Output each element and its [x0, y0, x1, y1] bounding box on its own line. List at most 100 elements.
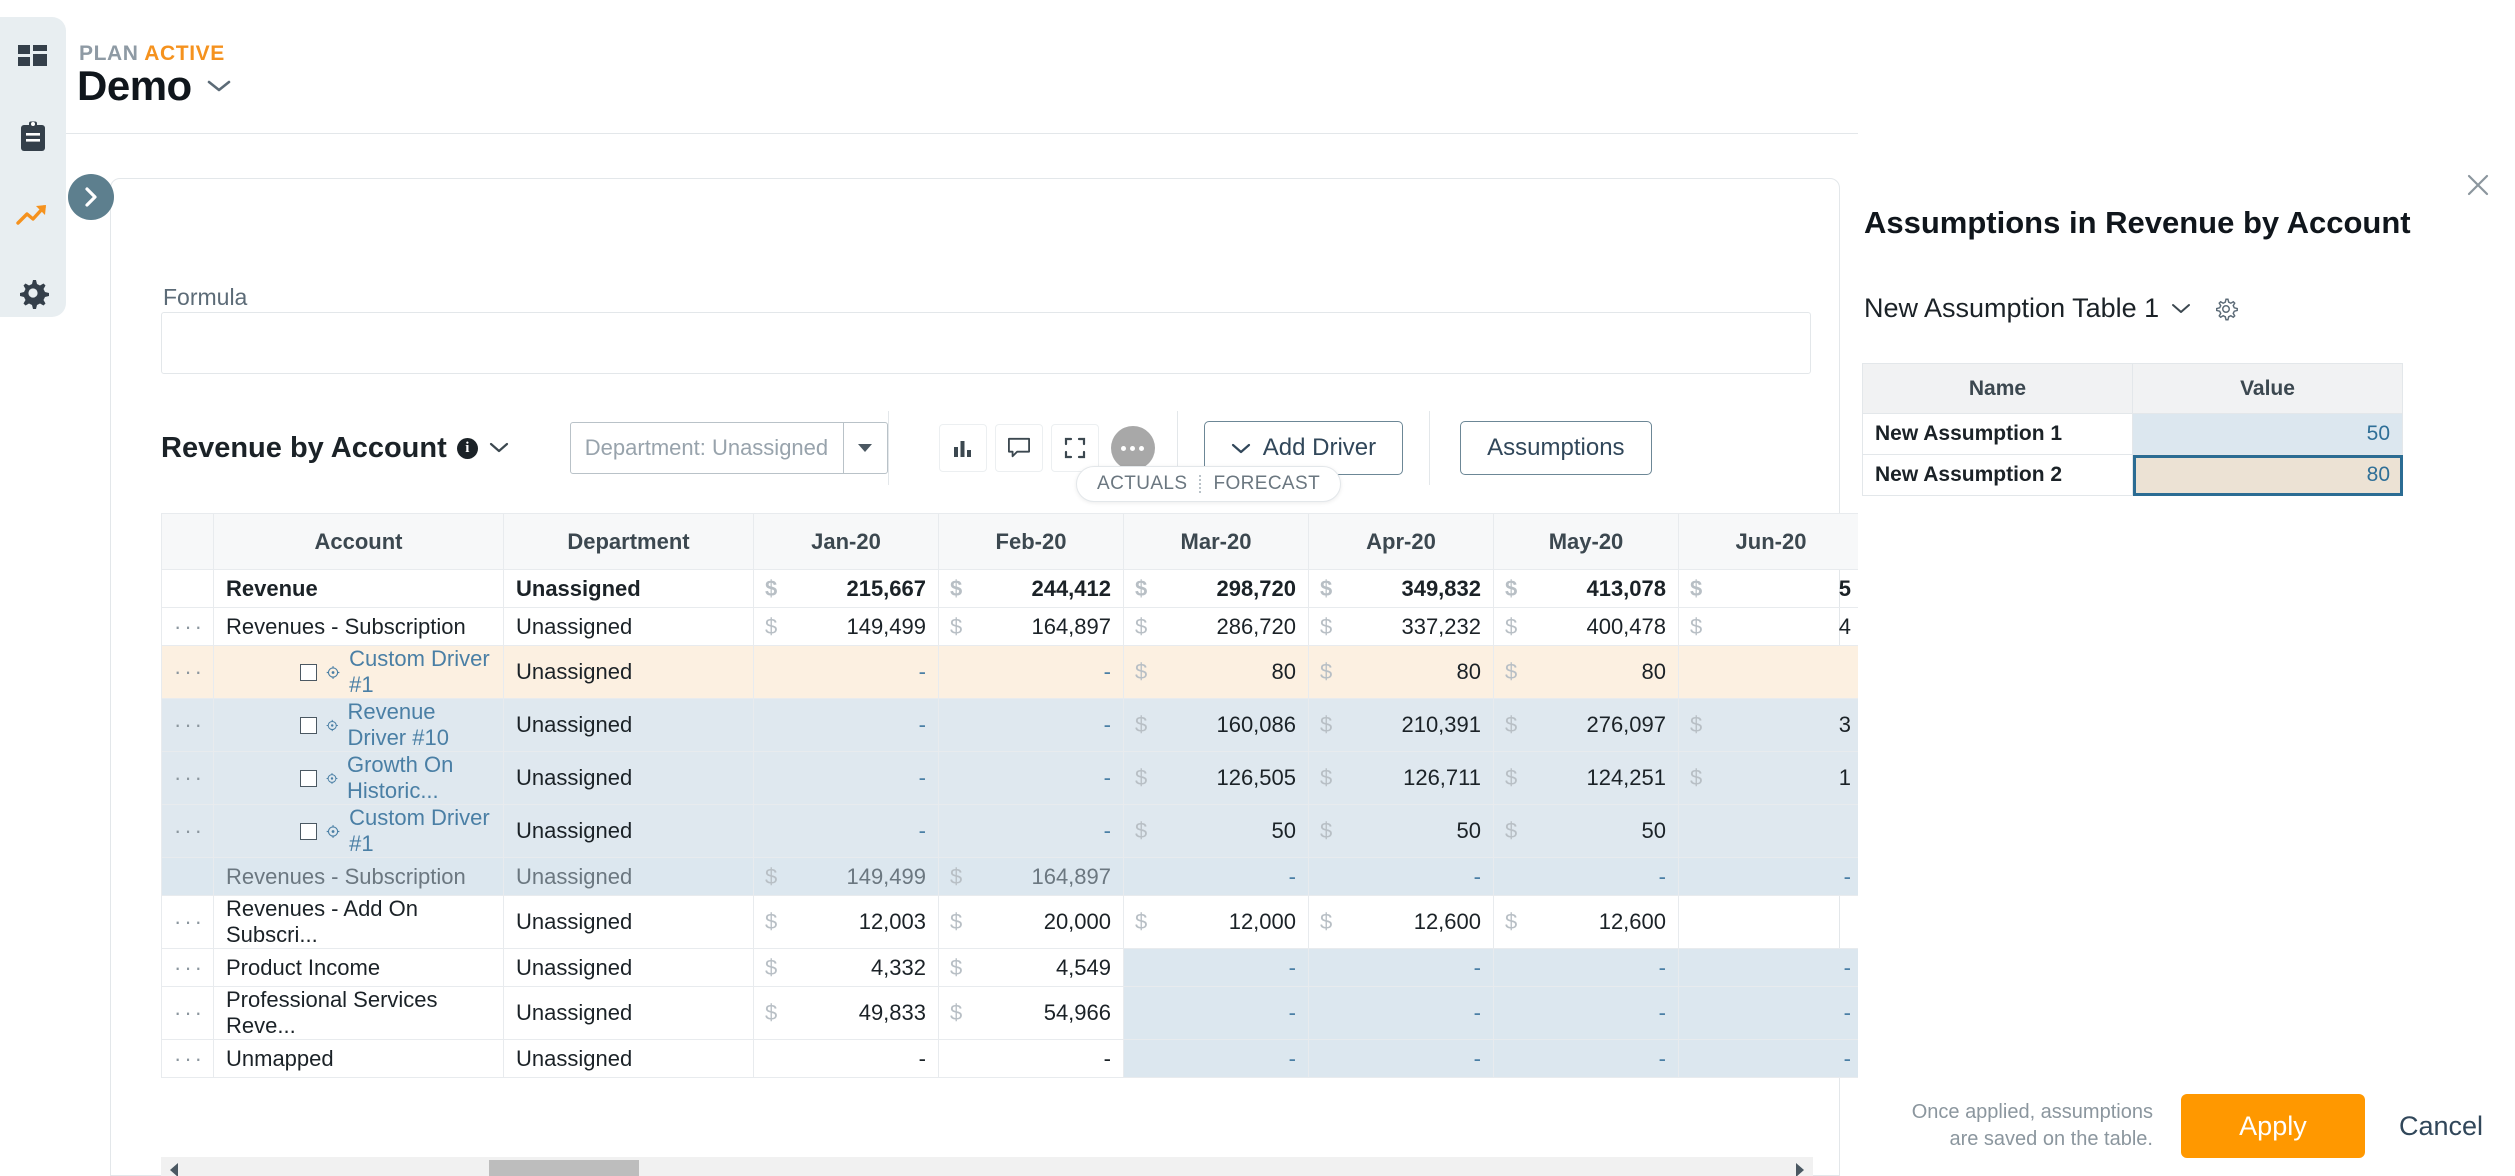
chart-view-button[interactable] [938, 424, 987, 472]
driver-settings-icon[interactable] [326, 823, 340, 840]
value-cell[interactable] [1678, 804, 1864, 858]
value-cell[interactable]: - [1678, 1039, 1864, 1078]
value-cell[interactable]: $12,600 [1308, 895, 1494, 949]
value-cell[interactable]: $12,003 [753, 895, 939, 949]
assumption-value[interactable]: 80 [2132, 454, 2403, 496]
assumption-name[interactable]: New Assumption 1 [1862, 413, 2133, 455]
department-cell[interactable]: Unassigned [503, 1039, 754, 1078]
value-cell[interactable]: $5 [1678, 569, 1864, 608]
table-row[interactable]: ··· Custom Driver #1 Unassigned - - $80 $80 $80 [161, 645, 1864, 699]
table-row[interactable]: ··· Revenues - Add On Subscri... Unassigne… [161, 895, 1864, 949]
value-cell[interactable]: $400,478 [1493, 607, 1679, 646]
account-cell[interactable]: Revenue [213, 569, 504, 608]
account-cell[interactable]: Unmapped [213, 1039, 504, 1078]
driver-checkbox[interactable] [300, 663, 317, 681]
assumption-row[interactable]: New Assumption 2 80 [1862, 454, 2403, 496]
value-cell[interactable] [1678, 645, 1864, 699]
department-cell[interactable]: Unassigned [503, 698, 754, 752]
sidebar-item-plans[interactable] [13, 195, 53, 235]
department-filter-caret[interactable] [842, 423, 887, 473]
sidebar-item-reports[interactable] [13, 117, 53, 157]
grid-col-apr-20[interactable]: Apr-20 [1308, 513, 1494, 570]
value-cell[interactable]: $244,412 [938, 569, 1124, 608]
cancel-button[interactable]: Cancel [2393, 1110, 2489, 1143]
chevron-down-icon[interactable] [488, 441, 510, 455]
account-cell[interactable]: Revenues - Subscription [213, 607, 504, 646]
chevron-down-icon[interactable] [2171, 302, 2191, 315]
value-cell[interactable]: - [753, 645, 939, 699]
table-row[interactable]: ··· Unmapped Unassigned - - - - - - [161, 1039, 1864, 1078]
scrollbar-track[interactable] [187, 1157, 1787, 1176]
value-cell[interactable]: - [1308, 986, 1494, 1040]
value-cell[interactable]: - [753, 751, 939, 805]
department-cell[interactable]: Unassigned [503, 948, 754, 987]
driver-settings-icon[interactable] [326, 664, 340, 681]
driver-checkbox[interactable] [300, 716, 317, 734]
driver-settings-icon[interactable] [326, 717, 338, 734]
grid-col-account[interactable]: Account [213, 513, 504, 570]
value-cell[interactable]: $126,505 [1123, 751, 1309, 805]
account-cell[interactable]: Revenues - Add On Subscri... [213, 895, 504, 949]
value-cell[interactable]: - [1493, 1039, 1679, 1078]
value-cell[interactable]: $160,086 [1123, 698, 1309, 752]
driver-link[interactable]: Custom Driver #1 [349, 646, 491, 698]
department-cell[interactable]: Unassigned [503, 986, 754, 1040]
value-cell[interactable]: - [1308, 1039, 1494, 1078]
value-cell[interactable]: $164,897 [938, 857, 1124, 896]
grid-col-may-20[interactable]: May-20 [1493, 513, 1679, 570]
driver-link[interactable]: Growth On Historic... [347, 752, 491, 804]
value-cell[interactable]: - [1493, 948, 1679, 987]
value-cell[interactable]: $276,097 [1493, 698, 1679, 752]
value-cell[interactable]: - [1123, 1039, 1309, 1078]
value-cell[interactable]: $80 [1123, 645, 1309, 699]
driver-checkbox[interactable] [300, 822, 317, 840]
row-actions-button[interactable] [161, 569, 214, 608]
value-cell[interactable]: - [1493, 986, 1679, 1040]
row-actions-button[interactable]: ··· [161, 986, 214, 1040]
value-cell[interactable]: $80 [1493, 645, 1679, 699]
value-cell[interactable]: - [1123, 986, 1309, 1040]
row-actions-button[interactable]: ··· [161, 645, 214, 699]
value-cell[interactable]: - [1308, 857, 1494, 896]
expand-sidebar-button[interactable] [68, 174, 114, 220]
value-cell[interactable]: $215,667 [753, 569, 939, 608]
value-cell[interactable]: $12,000 [1123, 895, 1309, 949]
department-cell[interactable]: Unassigned [503, 895, 754, 949]
value-cell[interactable]: $4 [1678, 607, 1864, 646]
value-cell[interactable]: - [938, 645, 1124, 699]
value-cell[interactable] [1678, 895, 1864, 949]
department-cell[interactable]: Unassigned [503, 804, 754, 858]
value-cell[interactable]: - [938, 1039, 1124, 1078]
value-cell[interactable]: $164,897 [938, 607, 1124, 646]
account-cell[interactable]: Custom Driver #1 [213, 804, 504, 858]
value-cell[interactable]: - [1308, 948, 1494, 987]
row-actions-button[interactable]: ··· [161, 751, 214, 805]
value-cell[interactable]: $286,720 [1123, 607, 1309, 646]
row-actions-button[interactable]: ··· [161, 895, 214, 949]
comment-button[interactable] [994, 424, 1043, 472]
row-actions-button[interactable]: ··· [161, 607, 214, 646]
row-actions-button[interactable]: ··· [161, 1039, 214, 1078]
gear-icon[interactable] [2213, 296, 2239, 322]
table-row[interactable]: ··· Growth On Historic... Unassigned - - $126… [161, 751, 1864, 805]
value-cell[interactable]: - [1678, 948, 1864, 987]
value-cell[interactable]: - [938, 698, 1124, 752]
table-row[interactable]: ··· Custom Driver #1 Unassigned - - $50 $50 $50 [161, 804, 1864, 858]
assumption-row[interactable]: New Assumption 1 50 [1862, 413, 2403, 455]
account-cell[interactable]: Custom Driver #1 [213, 645, 504, 699]
value-cell[interactable]: $50 [1123, 804, 1309, 858]
value-cell[interactable]: $4,332 [753, 948, 939, 987]
value-cell[interactable]: $4,549 [938, 948, 1124, 987]
value-cell[interactable]: - [753, 698, 939, 752]
department-cell[interactable]: Unassigned [503, 569, 754, 608]
sidebar-item-settings[interactable] [13, 273, 53, 313]
department-cell[interactable]: Unassigned [503, 645, 754, 699]
grid-col-jun-20[interactable]: Jun-20 [1678, 513, 1864, 570]
value-cell[interactable]: $349,832 [1308, 569, 1494, 608]
value-cell[interactable]: - [938, 751, 1124, 805]
table-row[interactable]: ··· Revenues - Subscription Unassigned $149… [161, 607, 1864, 646]
formula-input[interactable] [161, 312, 1811, 374]
value-cell[interactable]: $20,000 [938, 895, 1124, 949]
value-cell[interactable]: $49,833 [753, 986, 939, 1040]
grid-col-mar-20[interactable]: Mar-20 [1123, 513, 1309, 570]
